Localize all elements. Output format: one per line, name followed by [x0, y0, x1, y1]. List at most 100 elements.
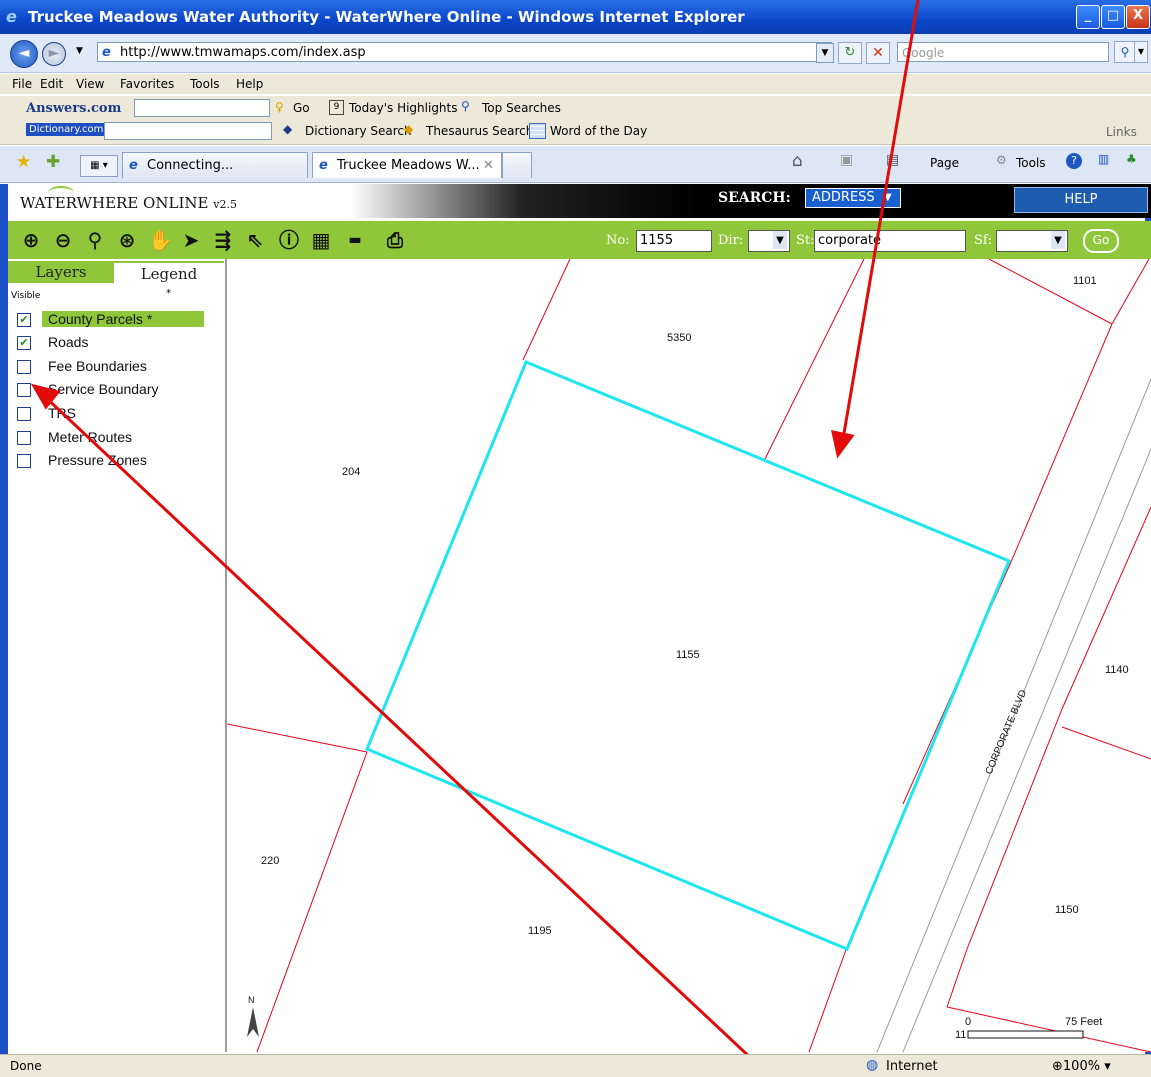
street-name-input[interactable]: corporate — [814, 230, 966, 252]
zoom-in-icon[interactable]: ⊕ — [20, 229, 42, 251]
answers-go-icon[interactable]: ♀ — [275, 100, 284, 114]
page-menu-button[interactable]: Page — [930, 156, 959, 170]
tab-legend[interactable]: Legend — [114, 261, 224, 283]
layer-row-trs[interactable]: TRS — [8, 405, 208, 423]
help-button[interactable]: HELP — [1014, 187, 1148, 213]
page-icon: e — [102, 45, 111, 60]
search-type-value: ADDRESS — [812, 190, 875, 205]
tools-menu-button[interactable]: Tools — [1016, 156, 1046, 170]
layer-checkbox[interactable] — [17, 454, 31, 468]
suffix-label: Sf: — [974, 233, 993, 248]
menu-tools[interactable]: Tools — [190, 77, 220, 91]
favorites-star-icon[interactable]: ★ — [16, 152, 31, 172]
menu-edit[interactable]: Edit — [40, 77, 63, 91]
layer-checkbox[interactable]: ✔ — [17, 313, 31, 327]
answers-search-input[interactable] — [134, 99, 270, 117]
feeds-icon[interactable]: ▣ — [840, 152, 853, 168]
close-button[interactable]: X — [1126, 5, 1150, 29]
zoom-out-icon[interactable]: ⊖ — [52, 229, 74, 251]
refresh-icon[interactable]: ↻ — [838, 42, 862, 64]
select-multiple-icon[interactable]: ⇶ — [212, 229, 234, 251]
tab-layers[interactable]: Layers — [8, 261, 114, 283]
minimize-button[interactable]: _ — [1076, 5, 1100, 29]
help-icon[interactable]: ? — [1066, 153, 1082, 169]
search-type-select[interactable]: ADDRESS ▼ — [805, 188, 901, 208]
quick-tabs-button[interactable]: ▦ ▾ — [80, 155, 118, 177]
print-map-icon[interactable]: ⎙ — [384, 229, 406, 251]
url-field[interactable]: e http://www.tmwamaps.com/index.asp — [97, 42, 832, 62]
layer-row-pressure-zones[interactable]: Pressure Zones — [8, 452, 208, 470]
search-go-icon[interactable]: ⚲ — [1114, 41, 1136, 63]
dictionary-search-button[interactable]: Dictionary Search — [305, 124, 412, 138]
north-label: N — [248, 995, 255, 1005]
table-icon[interactable]: ▦ — [310, 229, 332, 251]
url-dropdown-button[interactable]: ▼ — [816, 43, 834, 63]
research-icon[interactable]: ▥ — [1098, 152, 1109, 166]
select-arrow-icon[interactable]: ➤ — [180, 229, 202, 251]
layer-checkbox[interactable] — [17, 360, 31, 374]
close-tab-icon[interactable]: ✕ — [483, 153, 494, 179]
menu-file[interactable]: File — [12, 77, 32, 91]
parcel-label: 5350 — [667, 332, 691, 344]
globe-icon: ◍ — [866, 1057, 879, 1073]
calendar-icon: 9 — [329, 100, 344, 115]
search-options-icon[interactable]: ▼ — [1134, 41, 1148, 63]
layer-checkbox[interactable] — [17, 431, 31, 445]
menu-favorites[interactable]: Favorites — [120, 77, 174, 91]
identify-icon[interactable]: ⓘ — [278, 229, 300, 251]
go-button[interactable]: Go — [1083, 229, 1119, 253]
layer-row-meter-routes[interactable]: Meter Routes — [8, 429, 208, 447]
parcel-label: 1140 — [1105, 664, 1129, 676]
new-tab-button[interactable] — [502, 152, 532, 178]
todays-highlights-button[interactable]: Today's Highlights — [349, 101, 458, 115]
menu-help[interactable]: Help — [236, 77, 263, 91]
parcel-label: 1155 — [676, 649, 700, 661]
pointer-icon[interactable]: ⇖ — [244, 229, 266, 251]
layer-row-service-boundary[interactable]: Service Boundary — [8, 381, 208, 399]
street-number-input[interactable]: 1155 — [636, 230, 712, 252]
thesaurus-search-button[interactable]: Thesaurus Search — [426, 124, 533, 138]
print-icon[interactable]: ▤ — [886, 152, 899, 168]
zoom-level-button[interactable]: ⊕100% ▾ — [1052, 1059, 1111, 1074]
layer-checkbox[interactable] — [17, 407, 31, 421]
messenger-icon[interactable]: ♣ — [1126, 152, 1137, 166]
parcel-map[interactable]: 1101 5350 204 1155 1140 220 1195 1150 11… — [227, 259, 1151, 1052]
layer-row-fee-boundaries[interactable]: Fee Boundaries — [8, 358, 208, 376]
suffix-select[interactable]: ▼ — [996, 230, 1068, 252]
pan-hand-icon[interactable]: ✋ — [148, 229, 173, 251]
answers-go-button[interactable]: Go — [293, 101, 310, 115]
tab-ie-icon: e — [129, 158, 138, 173]
layer-row-roads[interactable]: ✔ Roads — [8, 334, 208, 352]
tab-connecting[interactable]: e Connecting... — [122, 152, 308, 178]
maximize-button[interactable]: □ — [1101, 5, 1125, 29]
zoom-icon[interactable]: ⚲ — [84, 229, 106, 251]
menu-view[interactable]: View — [76, 77, 104, 91]
measure-icon[interactable]: ▬ — [344, 229, 366, 251]
history-dropdown-icon[interactable]: ▼ — [76, 46, 83, 56]
forward-button[interactable]: ► — [42, 42, 66, 66]
word-of-day-button[interactable]: Word of the Day — [550, 124, 647, 138]
add-favorites-icon[interactable]: ✚ — [46, 152, 60, 172]
gear-icon: ⚙ — [996, 153, 1007, 167]
layer-checkbox[interactable] — [17, 383, 31, 397]
dictionary-logo: Dictionary.com — [26, 123, 107, 136]
map-canvas[interactable]: 1101 5350 204 1155 1140 220 1195 1150 11… — [227, 259, 1151, 1052]
number-label: No: — [606, 233, 630, 248]
scale-bar — [967, 1030, 1084, 1039]
layer-row-county-parcels[interactable]: ✔ County Parcels * — [8, 311, 208, 329]
calendar-grid-icon — [529, 123, 546, 139]
map-toolbar: ⊕ ⊖ ⚲ ⊛ ✋ ➤ ⇶ ⇖ ⓘ ▦ ▬ ⎙ No: 1155 Dir: ▼ … — [8, 221, 1151, 259]
back-button[interactable]: ◄ — [10, 40, 38, 68]
stop-icon[interactable]: ✕ — [866, 42, 890, 64]
tab-truckee-meadows[interactable]: e Truckee Meadows W... ✕ — [312, 152, 502, 178]
layer-checkbox[interactable]: ✔ — [17, 336, 31, 350]
direction-select[interactable]: ▼ — [748, 230, 790, 252]
top-searches-button[interactable]: Top Searches — [482, 101, 561, 115]
home-icon[interactable]: ⌂ — [792, 151, 803, 171]
window-title-bar[interactable]: e Truckee Meadows Water Authority - Wate… — [0, 0, 1151, 34]
search-input[interactable]: Google — [897, 42, 1109, 62]
dictionary-search-input[interactable] — [104, 122, 272, 140]
full-extent-icon[interactable]: ⊛ — [116, 229, 138, 251]
links-button[interactable]: Links — [1106, 125, 1137, 139]
street-label: St: — [796, 233, 815, 248]
